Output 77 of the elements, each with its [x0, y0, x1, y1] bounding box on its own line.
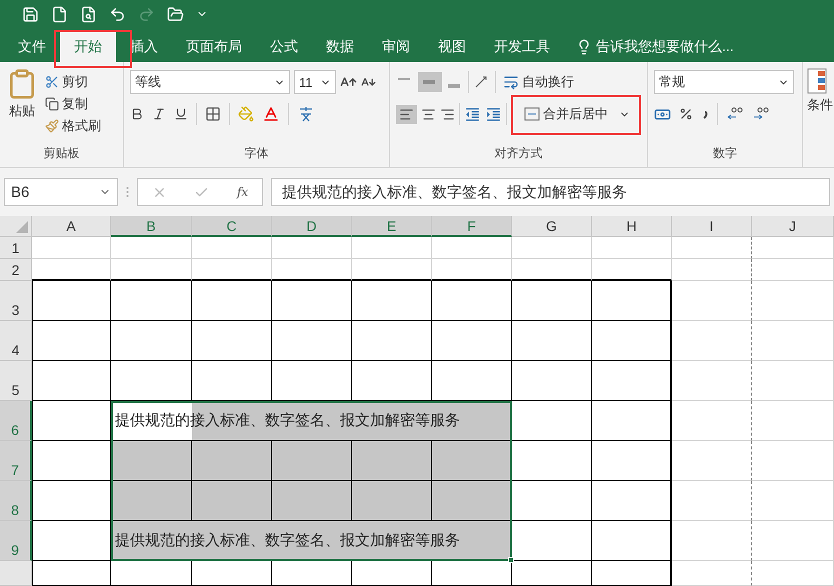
ribbon-tab[interactable]: 公式	[256, 32, 312, 62]
ribbon-tab[interactable]: 开始	[60, 32, 116, 62]
borders-icon[interactable]	[205, 106, 221, 122]
indent-decrease-icon[interactable]	[464, 106, 481, 122]
underline-icon[interactable]	[174, 107, 188, 121]
format-painter-button[interactable]: 格式刷	[42, 115, 104, 137]
row-header[interactable]: 9	[0, 521, 32, 561]
ribbon-tab[interactable]: 开发工具	[480, 32, 564, 62]
column-header[interactable]: A	[32, 216, 111, 237]
conditional-formatting-button[interactable]: 条件	[807, 96, 833, 114]
row-header[interactable]: 1	[0, 237, 32, 259]
merge-center-button[interactable]: 合并后居中	[521, 103, 633, 125]
conditional-format-icon[interactable]	[807, 68, 827, 94]
undo-icon[interactable]	[109, 6, 126, 22]
copy-icon	[45, 97, 59, 111]
grip-icon	[126, 186, 129, 198]
column-header[interactable]: E	[352, 216, 432, 237]
wrap-text-icon	[503, 74, 519, 90]
italic-icon[interactable]	[152, 107, 166, 121]
merged-cell: 提供规范的接入标准、数字签名、报文加解密等服务	[111, 521, 512, 561]
triangle-icon	[16, 221, 28, 233]
cut-button[interactable]: 剪切	[42, 71, 104, 93]
row-header[interactable]: 6	[0, 401, 32, 441]
bold-icon[interactable]	[130, 107, 144, 121]
row-header[interactable]: 4	[0, 321, 32, 361]
new-file-icon[interactable]	[51, 6, 68, 22]
paintbrush-icon	[45, 119, 59, 133]
font-size-field[interactable]: 11	[294, 70, 336, 94]
insert-function-button[interactable]: fx	[236, 185, 248, 199]
scissors-icon	[45, 75, 59, 89]
align-right-icon[interactable]	[440, 106, 455, 122]
column-header[interactable]: J	[752, 216, 834, 237]
merge-cells-icon	[524, 107, 540, 121]
number-format-field[interactable]: 常规	[654, 70, 794, 94]
phonetic-icon[interactable]	[297, 105, 315, 123]
name-box[interactable]: B6	[4, 178, 118, 206]
column-header[interactable]: F	[432, 216, 512, 237]
group-label: 数字	[712, 145, 738, 162]
merged-cell: 提供规范的接入标准、数字签名、报文加解密等服务	[111, 401, 512, 441]
increase-decimal-icon[interactable]	[726, 106, 744, 122]
row-header[interactable]: 3	[0, 281, 32, 321]
ribbon-tab[interactable]: 数据	[312, 32, 368, 62]
fill-color-icon[interactable]	[238, 106, 254, 122]
column-header[interactable]: C	[192, 216, 272, 237]
column-header[interactable]: B	[111, 216, 192, 237]
ribbon-tab[interactable]: 页面布局	[172, 32, 256, 62]
row-header[interactable]: 8	[0, 481, 32, 521]
save-icon[interactable]	[22, 6, 39, 22]
column-header[interactable]: I	[672, 216, 752, 237]
align-left-icon	[399, 106, 414, 122]
column-header[interactable]: D	[272, 216, 352, 237]
align-left-button[interactable]	[396, 104, 417, 124]
ribbon-tab[interactable]: 视图	[424, 32, 480, 62]
font-name-field[interactable]: 等线	[130, 70, 290, 94]
align-center-icon[interactable]	[421, 106, 436, 122]
column-header[interactable]: G	[512, 216, 592, 237]
copy-button[interactable]: 复制	[42, 93, 104, 115]
group-label: 字体	[244, 145, 270, 162]
ribbon-tab[interactable]: 审阅	[368, 32, 424, 62]
fill-handle[interactable]	[508, 557, 514, 563]
paste-button[interactable]: 粘贴	[6, 68, 38, 145]
wrap-text-button[interactable]: 自动换行	[500, 71, 577, 93]
row-header[interactable]: 5	[0, 361, 32, 401]
percent-icon[interactable]	[679, 107, 693, 121]
row-header[interactable]: 7	[0, 441, 32, 481]
column-header[interactable]: H	[592, 216, 672, 237]
tell-me-field[interactable]: 告诉我您想要做什么...	[596, 38, 734, 56]
indent-increase-icon[interactable]	[485, 106, 502, 122]
formula-field[interactable]: 提供规范的接入标准、数字签名、报文加解密等服务	[271, 178, 830, 206]
group-label: 对齐方式	[494, 145, 544, 162]
font-color-icon[interactable]	[262, 105, 280, 123]
row-header[interactable]: 2	[0, 259, 32, 281]
ribbon-tab[interactable]: 文件	[4, 32, 60, 62]
group-label: 剪贴板	[42, 145, 80, 162]
decrease-decimal-icon[interactable]	[752, 106, 770, 122]
print-preview-icon[interactable]	[80, 6, 97, 22]
folder-icon[interactable]	[167, 6, 184, 22]
